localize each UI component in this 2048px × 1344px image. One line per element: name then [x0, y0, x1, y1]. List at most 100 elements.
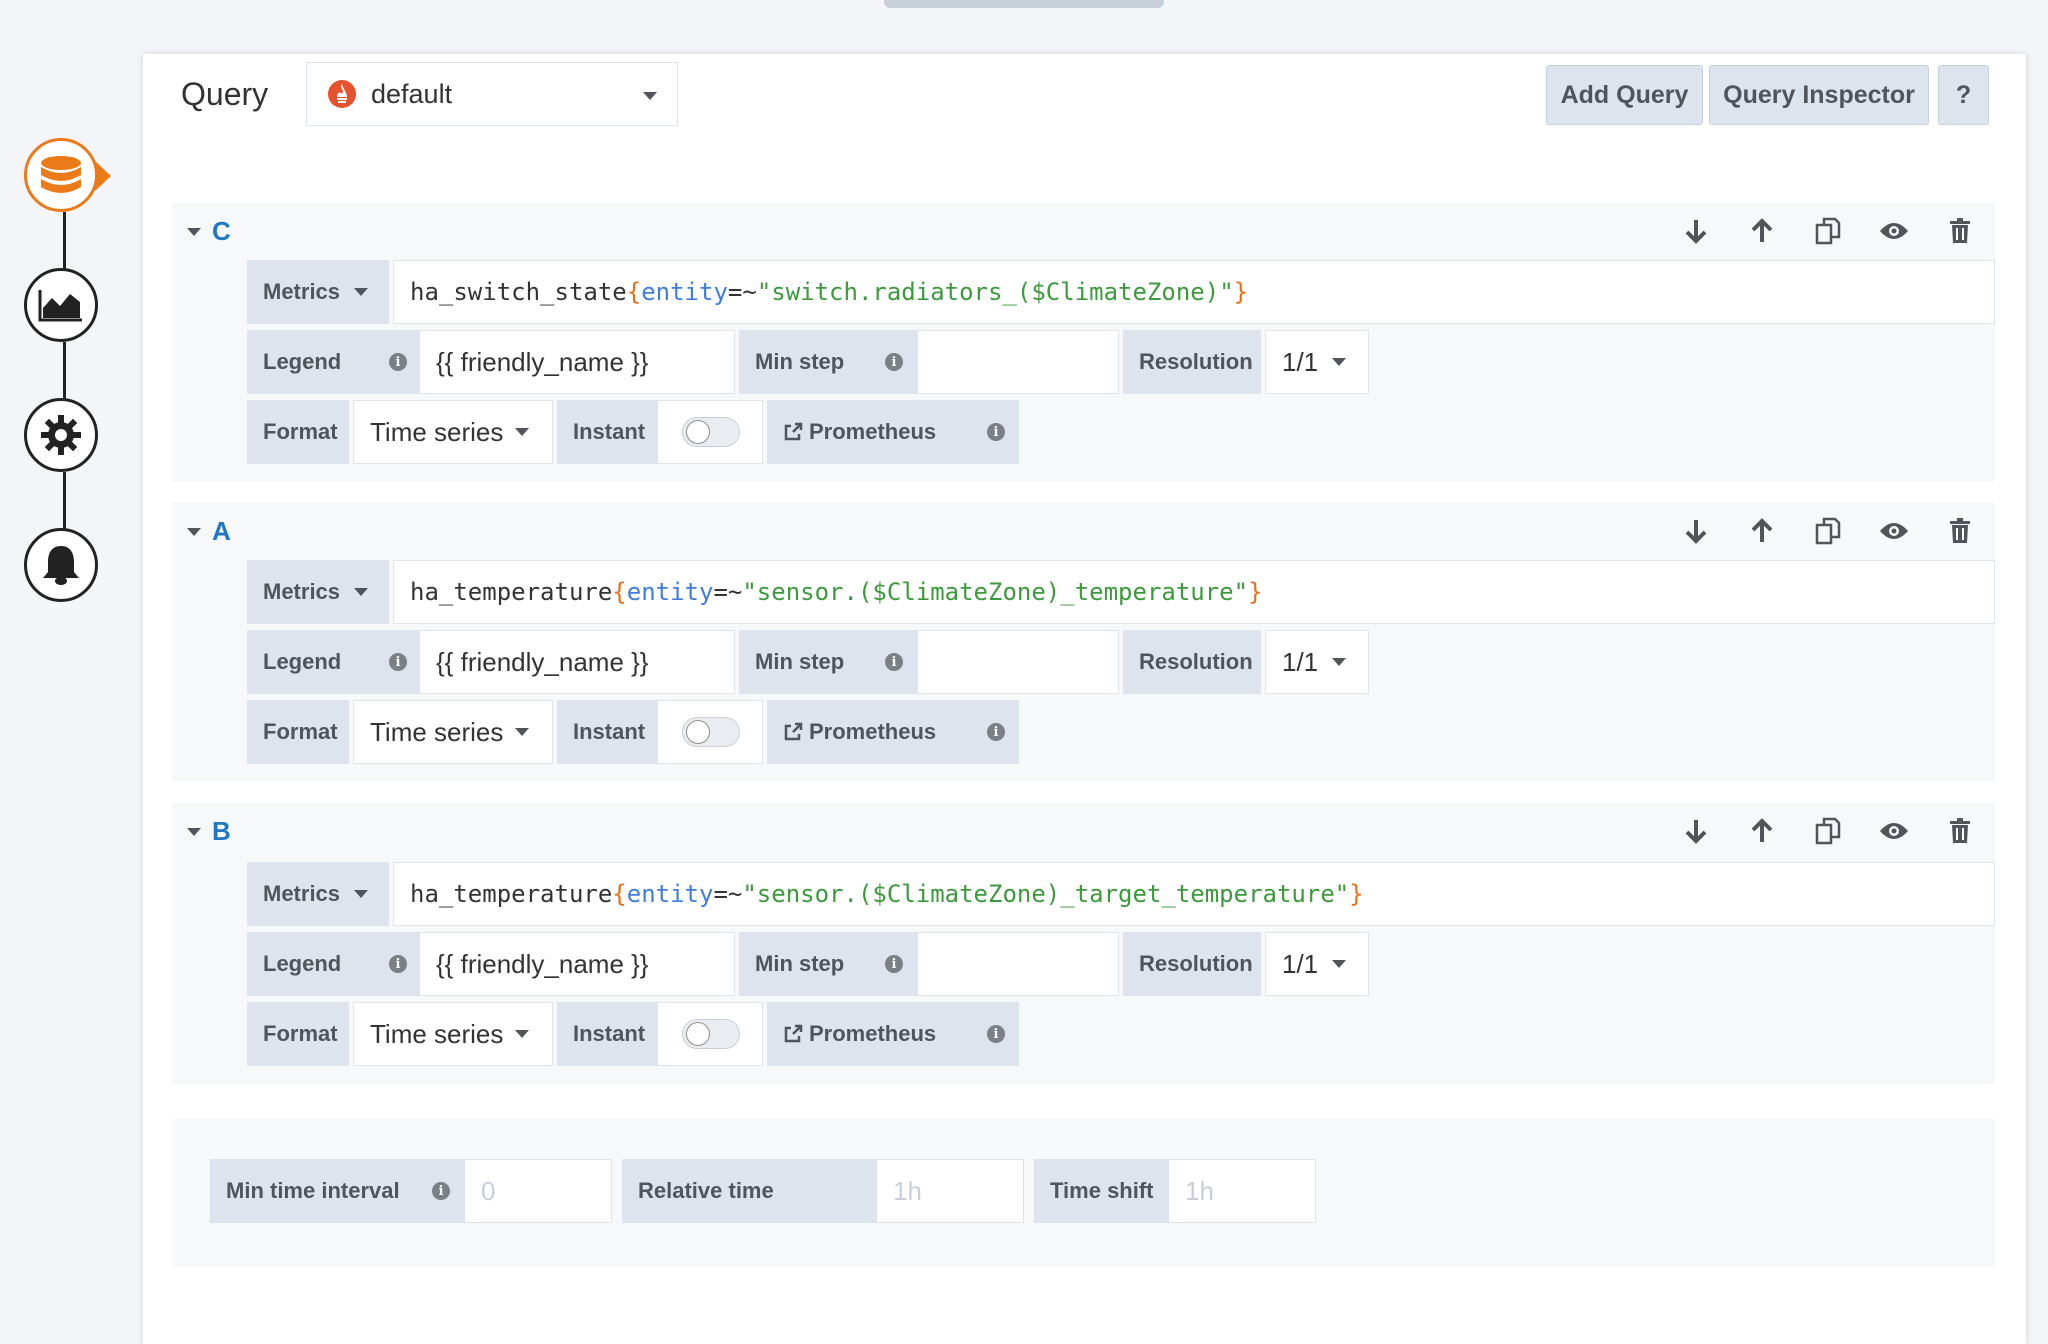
legend-value: {{ friendly_name }} — [436, 948, 649, 979]
info-icon[interactable]: i — [389, 653, 407, 671]
chevron-down-icon — [515, 728, 530, 736]
nav-queries-button[interactable] — [24, 138, 111, 212]
nav-alert-button[interactable] — [24, 528, 98, 602]
collapse-caret-icon[interactable] — [187, 528, 201, 536]
prometheus-link[interactable]: Prometheus — [809, 419, 936, 445]
query-ref-id: B — [212, 816, 231, 846]
format-row: Format Time series Instant Prometheus i — [247, 1002, 1019, 1066]
instant-toggle[interactable] — [682, 417, 740, 447]
eye-icon[interactable] — [1877, 516, 1911, 546]
query-row-b: B Metrics ha_temperature{entity=~"sensor… — [172, 802, 1995, 1084]
metrics-dropdown[interactable]: Metrics — [247, 862, 389, 926]
chevron-down-icon — [354, 890, 369, 898]
format-label-box: Format — [247, 700, 349, 764]
external-link-icon — [783, 1024, 803, 1044]
relative-time-label: Relative time — [638, 1178, 774, 1203]
format-select[interactable]: Time series — [353, 700, 553, 764]
min-step-input[interactable] — [917, 932, 1119, 996]
move-down-icon[interactable] — [1679, 816, 1713, 846]
move-up-icon[interactable] — [1745, 816, 1779, 846]
nav-general-button[interactable] — [24, 398, 98, 472]
relative-time-input[interactable]: 1h — [876, 1159, 1024, 1223]
label-value: "sensor.($ClimateZone)_target_temperatur… — [742, 880, 1350, 908]
info-icon[interactable]: i — [432, 1182, 450, 1200]
min-step-input[interactable] — [917, 630, 1119, 694]
metrics-row: Metrics ha_temperature{entity=~"sensor.(… — [247, 560, 1995, 624]
move-up-icon[interactable] — [1745, 216, 1779, 246]
nav-connector — [63, 212, 66, 272]
metrics-query-input[interactable]: ha_temperature{entity=~"sensor.($Climate… — [393, 560, 1995, 624]
add-query-button[interactable]: Add Query — [1546, 65, 1703, 125]
legend-input[interactable]: {{ friendly_name }} — [419, 330, 735, 394]
format-label-box: Format — [247, 1002, 349, 1066]
chevron-down-icon — [354, 288, 369, 296]
metrics-dropdown[interactable]: Metrics — [247, 560, 389, 624]
info-icon[interactable]: i — [885, 653, 903, 671]
format-select[interactable]: Time series — [353, 400, 553, 464]
help-button[interactable]: ? — [1938, 65, 1989, 125]
resolution-select[interactable]: 1/1 — [1265, 630, 1369, 694]
trash-icon[interactable] — [1943, 816, 1977, 846]
info-icon[interactable]: i — [987, 723, 1005, 741]
min-step-label-box: Min step i — [739, 630, 917, 694]
query-header: Query default Add Query Query Inspector … — [143, 54, 2026, 154]
legend-input[interactable]: {{ friendly_name }} — [419, 932, 735, 996]
datasource-picker[interactable]: default — [306, 62, 678, 126]
instant-toggle[interactable] — [682, 717, 740, 747]
duplicate-icon[interactable] — [1811, 816, 1845, 846]
move-down-icon[interactable] — [1679, 216, 1713, 246]
prometheus-link[interactable]: Prometheus — [809, 1021, 936, 1047]
format-select[interactable]: Time series — [353, 1002, 553, 1066]
format-label-box: Format — [247, 400, 349, 464]
query-inspector-button[interactable]: Query Inspector — [1709, 65, 1929, 125]
instant-label-box: Instant — [557, 400, 657, 464]
query-row-header[interactable]: A — [172, 502, 1995, 560]
eye-icon[interactable] — [1877, 216, 1911, 246]
legend-value: {{ friendly_name }} — [436, 346, 649, 377]
label-key: entity — [626, 578, 714, 606]
move-up-icon[interactable] — [1745, 516, 1779, 546]
prometheus-link[interactable]: Prometheus — [809, 719, 936, 745]
collapse-caret-icon[interactable] — [187, 228, 201, 236]
query-row-header[interactable]: C — [172, 202, 1995, 260]
info-icon[interactable]: i — [987, 1025, 1005, 1043]
metrics-query-input[interactable]: ha_temperature{entity=~"sensor.($Climate… — [393, 862, 1995, 926]
resolution-select[interactable]: 1/1 — [1265, 330, 1369, 394]
instant-toggle[interactable] — [682, 1019, 740, 1049]
prometheus-link-box[interactable]: Prometheus i — [767, 1002, 1019, 1066]
prometheus-link-box[interactable]: Prometheus i — [767, 400, 1019, 464]
duplicate-icon[interactable] — [1811, 216, 1845, 246]
query-row-header[interactable]: B — [172, 802, 1995, 860]
time-shift-input[interactable]: 1h — [1168, 1159, 1316, 1223]
info-icon[interactable]: i — [885, 353, 903, 371]
chevron-down-icon — [643, 92, 657, 100]
trash-icon[interactable] — [1943, 516, 1977, 546]
legend-input[interactable]: {{ friendly_name }} — [419, 630, 735, 694]
resolution-select[interactable]: 1/1 — [1265, 932, 1369, 996]
min-step-label: Min step — [755, 951, 845, 976]
move-down-icon[interactable] — [1679, 516, 1713, 546]
relative-time-placeholder: 1h — [893, 1175, 922, 1206]
chevron-down-icon — [515, 428, 530, 436]
min-time-interval-input[interactable]: 0 — [464, 1159, 612, 1223]
panel-resize-handle[interactable] — [884, 0, 1164, 8]
metrics-query-input[interactable]: ha_switch_state{entity=~"switch.radiator… — [393, 260, 1995, 324]
collapse-caret-icon[interactable] — [187, 828, 201, 836]
trash-icon[interactable] — [1943, 216, 1977, 246]
eye-icon[interactable] — [1877, 816, 1911, 846]
info-icon[interactable]: i — [389, 955, 407, 973]
legend-label-box: Legend i — [247, 630, 419, 694]
open-brace: { — [626, 278, 642, 306]
metrics-dropdown[interactable]: Metrics — [247, 260, 389, 324]
instant-toggle-box — [657, 400, 763, 464]
metrics-row: Metrics ha_temperature{entity=~"sensor.(… — [247, 862, 1995, 926]
close-brace: } — [1233, 278, 1249, 306]
duplicate-icon[interactable] — [1811, 516, 1845, 546]
prometheus-link-box[interactable]: Prometheus i — [767, 700, 1019, 764]
info-icon[interactable]: i — [885, 955, 903, 973]
info-icon[interactable]: i — [987, 423, 1005, 441]
instant-toggle-box — [657, 1002, 763, 1066]
info-icon[interactable]: i — [389, 353, 407, 371]
nav-visualization-button[interactable] — [24, 268, 98, 342]
min-step-input[interactable] — [917, 330, 1119, 394]
